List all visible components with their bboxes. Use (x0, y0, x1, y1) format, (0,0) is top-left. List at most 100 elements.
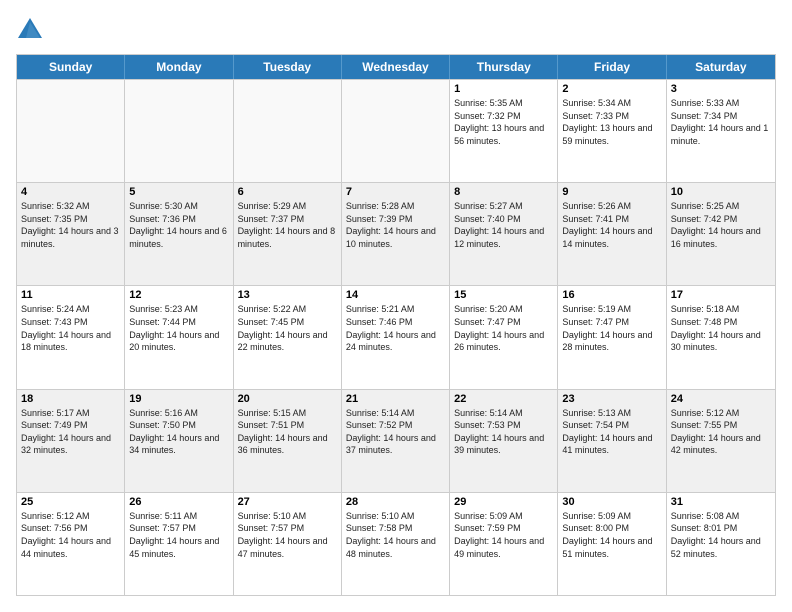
daylight-text: Daylight: 14 hours and 26 minutes. (454, 329, 553, 354)
sunrise-text: Sunrise: 5:16 AM (129, 407, 228, 420)
sunset-text: Sunset: 7:51 PM (238, 419, 337, 432)
sunset-text: Sunset: 7:40 PM (454, 213, 553, 226)
day-number: 21 (346, 393, 445, 405)
sunrise-text: Sunrise: 5:14 AM (454, 407, 553, 420)
day-number: 4 (21, 186, 120, 198)
day-cell-8: 8Sunrise: 5:27 AMSunset: 7:40 PMDaylight… (450, 183, 558, 285)
page: SundayMondayTuesdayWednesdayThursdayFrid… (0, 0, 792, 612)
daylight-text: Daylight: 14 hours and 45 minutes. (129, 535, 228, 560)
sunset-text: Sunset: 7:35 PM (21, 213, 120, 226)
calendar-row-1: 1Sunrise: 5:35 AMSunset: 7:32 PMDaylight… (17, 79, 775, 182)
day-cell-31: 31Sunrise: 5:08 AMSunset: 8:01 PMDayligh… (667, 493, 775, 595)
sunrise-text: Sunrise: 5:11 AM (129, 510, 228, 523)
day-number: 6 (238, 186, 337, 198)
daylight-text: Daylight: 14 hours and 28 minutes. (562, 329, 661, 354)
day-cell-22: 22Sunrise: 5:14 AMSunset: 7:53 PMDayligh… (450, 390, 558, 492)
day-number: 10 (671, 186, 771, 198)
sunset-text: Sunset: 7:52 PM (346, 419, 445, 432)
day-number: 2 (562, 83, 661, 95)
daylight-text: Daylight: 14 hours and 30 minutes. (671, 329, 771, 354)
day-cell-29: 29 Sunrise: 5:09 AMSunset: 7:59 PMDayligh… (450, 493, 558, 595)
day-number: 25 (21, 496, 120, 508)
sunset-text: Sunset: 7:46 PM (346, 316, 445, 329)
header-day-thursday: Thursday (450, 55, 558, 79)
daylight-text: Daylight: 14 hours and 3 minutes. (21, 225, 120, 250)
sunset-text: Sunset: 7:49 PM (21, 419, 120, 432)
calendar-row-4: 18Sunrise: 5:17 AMSunset: 7:49 PMDayligh… (17, 389, 775, 492)
sunrise-text: Sunrise: 5:13 AM (562, 407, 661, 420)
sunset-text: Sunset: 8:00 PM (562, 522, 661, 535)
calendar-row-3: 11 Sunrise: 5:24 AMSunset: 7:43 PM Dayligh… (17, 285, 775, 388)
sunrise-text: Sunrise: 5:20 AM (454, 303, 553, 316)
sunset-text: Sunset: 7:42 PM (671, 213, 771, 226)
sunset-text: Sunset: 7:43 PM (21, 316, 120, 329)
sunrise-text: Sunrise: 5:10 AM (238, 510, 337, 523)
day-cell-4: 4 Sunrise: 5:32 AMSunset: 7:35 PMDaylight… (17, 183, 125, 285)
logo-icon (16, 16, 44, 44)
daylight-text: Daylight: 14 hours and 36 minutes. (238, 432, 337, 457)
day-cell-11: 11Sunrise: 5:24 AMSunset: 7:43 PMDayligh… (17, 286, 125, 388)
day-number: 30 (562, 496, 661, 508)
day-cell-5: 5Sunrise: 5:30 AMSunset: 7:36 PMDaylight… (125, 183, 233, 285)
day-cell-28: 28Sunrise: 5:10 AMSunset: 7:58 PMDayligh… (342, 493, 450, 595)
sunset-text: Sunset: 7:45 PM (238, 316, 337, 329)
day-cell-9: 9Sunrise: 5:26 AMSunset: 7:41 PMDaylight… (558, 183, 666, 285)
sunrise-text: Sunrise: 5:24 AM (21, 303, 120, 316)
day-cell-30: 30Sunrise: 5:09 AMSunset: 8:00 PMDayligh… (558, 493, 666, 595)
day-number: 31 (671, 496, 771, 508)
day-number: 24 (671, 393, 771, 405)
calendar: SundayMondayTuesdayWednesdayThursdayFrid… (16, 54, 776, 596)
daylight-text: Daylight: 14 hours and 8 minutes. (238, 225, 337, 250)
day-number: 11 (21, 289, 120, 301)
calendar-body: 1Sunrise: 5:35 AMSunset: 7:32 PMDaylight… (17, 79, 775, 595)
day-number: 1 (454, 83, 553, 95)
day-cell-12: 12Sunrise: 5:23 AMSunset: 7:44 PMDayligh… (125, 286, 233, 388)
daylight-text: Daylight: 14 hours and 1 minute. (671, 122, 771, 147)
day-number: 29 (454, 496, 553, 508)
sunrise-text: Sunrise: 5:32 AM (21, 200, 120, 213)
sunrise-text: Sunrise: 5:33 AM (671, 97, 771, 110)
sunrise-text: Sunrise: 5:30 AM (129, 200, 228, 213)
day-number: 12 (129, 289, 228, 301)
sunrise-text: Sunrise: 5:12 AM (21, 510, 120, 523)
daylight-text: Daylight: 14 hours and 44 minutes. (21, 535, 120, 560)
sunset-text: Sunset: 7:56 PM (21, 522, 120, 535)
day-number: 15 (454, 289, 553, 301)
day-cell-25: 25 Sunrise: 5:12 AMSunset: 7:56 PMDayligh… (17, 493, 125, 595)
sunset-text: Sunset: 7:39 PM (346, 213, 445, 226)
day-number: 13 (238, 289, 337, 301)
sunset-text: Sunset: 7:41 PM (562, 213, 661, 226)
day-cell-2: 2Sunrise: 5:34 AMSunset: 7:33 PMDaylight… (558, 80, 666, 182)
day-number: 27 (238, 496, 337, 508)
header-day-sunday: Sunday (17, 55, 125, 79)
daylight-text: Daylight: 14 hours and 6 minutes. (129, 225, 228, 250)
sunset-text: Sunset: 7:37 PM (238, 213, 337, 226)
calendar-row-2: 4Sunrise: 5:32 AMSunset: 7:35 PMDaylight… (17, 182, 775, 285)
day-cell-26: 26Sunrise: 5:11 AMSunset: 7:57 PMDayligh… (125, 493, 233, 595)
sunrise-text: Sunrise: 5:09 AM (454, 510, 553, 523)
sunset-text: Sunset: 7:34 PM (671, 110, 771, 123)
day-cell-20: 20Sunrise: 5:15 AMSunset: 7:51 PMDayligh… (234, 390, 342, 492)
daylight-text: Daylight: 14 hours and 49 minutes. (454, 535, 553, 560)
day-cell-19: 19Sunrise: 5:16 AMSunset: 7:50 PMDayligh… (125, 390, 233, 492)
daylight-text: Daylight: 14 hours and 52 minutes. (671, 535, 771, 560)
sunrise-text: Sunrise: 5:35 AM (454, 97, 553, 110)
day-number: 22 (454, 393, 553, 405)
day-cell-10: 10Sunrise: 5:25 AMSunset: 7:42 PMDayligh… (667, 183, 775, 285)
daylight-text: Daylight: 13 hours and 56 minutes. (454, 122, 553, 147)
sunset-text: Sunset: 7:48 PM (671, 316, 771, 329)
header (16, 16, 776, 44)
sunrise-text: Sunrise: 5:23 AM (129, 303, 228, 316)
day-cell-7: 7Sunrise: 5:28 AMSunset: 7:39 PMDaylight… (342, 183, 450, 285)
day-cell-6: 6Sunrise: 5:29 AMSunset: 7:37 PMDaylight… (234, 183, 342, 285)
sunset-text: Sunset: 7:58 PM (346, 522, 445, 535)
sunrise-text: Sunrise: 5:10 AM (346, 510, 445, 523)
day-cell-17: 17Sunrise: 5:18 AMSunset: 7:48 PMDayligh… (667, 286, 775, 388)
daylight-text: Daylight: 14 hours and 41 minutes. (562, 432, 661, 457)
daylight-text: Daylight: 14 hours and 12 minutes. (454, 225, 553, 250)
sunset-text: Sunset: 7:59 PM (454, 522, 553, 535)
sunset-text: Sunset: 7:54 PM (562, 419, 661, 432)
sunset-text: Sunset: 7:33 PM (562, 110, 661, 123)
sunrise-text: Sunrise: 5:27 AM (454, 200, 553, 213)
daylight-text: Daylight: 14 hours and 14 minutes. (562, 225, 661, 250)
